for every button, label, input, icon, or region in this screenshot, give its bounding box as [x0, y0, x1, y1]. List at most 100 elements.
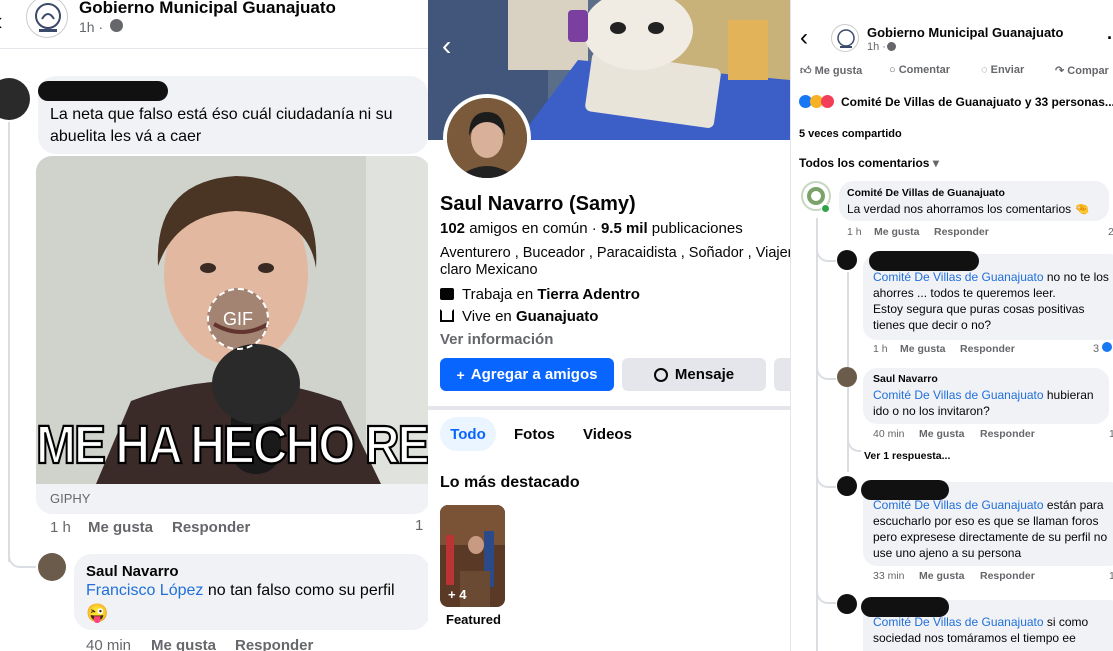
- reply-reply-button[interactable]: Responder: [960, 343, 1015, 355]
- comment-author[interactable]: Comité De Villas de Guanajuato: [847, 187, 1005, 199]
- reply-text-line2: ahorres ... todos te queremos leer.: [873, 286, 1056, 300]
- saul-avatar[interactable]: [38, 553, 66, 581]
- like-button[interactable]: Me gusta: [874, 226, 920, 238]
- add-friend-button[interactable]: + Agregar a amigos: [440, 358, 614, 391]
- like-action-label: Me gusta: [814, 65, 863, 77]
- friends-count[interactable]: 102: [440, 220, 465, 237]
- saul-avatar[interactable]: [837, 367, 857, 387]
- thread-elbow: [816, 360, 836, 380]
- page-logo-avatar[interactable]: [831, 24, 859, 52]
- redacted-avatar[interactable]: [837, 594, 857, 614]
- reply-text-line4: use uno ajeno a su persona: [873, 546, 1022, 560]
- add-friend-label: Agregar a amigos: [470, 366, 598, 383]
- reaction-icons[interactable]: [799, 95, 834, 109]
- live-prefix: Vive en: [462, 308, 516, 325]
- more-options-button[interactable]: [774, 358, 790, 391]
- reply-time: 33 min: [873, 570, 905, 582]
- globe-icon: [887, 42, 896, 51]
- profile-panel: ‹ Saul Navarro (Samy) 102 amigos en comú…: [428, 0, 790, 651]
- reactions-summary[interactable]: Comité De Villas de Guanajuato y 33 pers…: [841, 95, 1113, 109]
- reply-like-button[interactable]: Me gusta: [151, 637, 216, 651]
- message-button[interactable]: Mensaje: [622, 358, 766, 391]
- send-action-label: Enviar: [990, 64, 1025, 76]
- comment-time: 1 h: [50, 519, 71, 536]
- thread-elbow: [816, 470, 836, 488]
- thread-elbow: [847, 440, 861, 452]
- work-place[interactable]: Tierra Adentro: [537, 286, 640, 303]
- reply-time: 40 min: [873, 428, 905, 440]
- profile-picture[interactable]: [443, 94, 531, 182]
- like-reaction-icon: [1102, 342, 1113, 352]
- online-status-dot: [821, 204, 830, 213]
- more-icon[interactable]: ·: [1107, 28, 1113, 49]
- like-action[interactable]: 👍︎ Me gusta: [800, 64, 862, 77]
- divider: [0, 48, 428, 49]
- featured-label: Featured: [446, 612, 501, 627]
- page-name[interactable]: Gobierno Municipal Guanajuato: [79, 0, 336, 18]
- send-action[interactable]: ◌ Enviar: [981, 64, 1024, 76]
- reaction-count: 1: [1109, 570, 1113, 582]
- briefcase-icon: [440, 288, 454, 300]
- live-place[interactable]: Guanajuato: [516, 308, 599, 325]
- comment-action-label: Comentar: [898, 64, 951, 76]
- thread-elbow: [8, 540, 36, 568]
- mention-link[interactable]: Francisco López: [86, 582, 203, 599]
- featured-count: + 4: [448, 587, 467, 602]
- reply-text: hubieran: [1043, 388, 1094, 402]
- commenter-avatar[interactable]: [0, 78, 30, 120]
- thread-line: [816, 218, 818, 651]
- redacted-avatar[interactable]: [837, 476, 857, 496]
- reply-button[interactable]: Responder: [172, 519, 250, 536]
- redacted-name: [861, 597, 949, 617]
- shares-count[interactable]: 5 veces compartido: [799, 128, 902, 140]
- mention-link[interactable]: Comité De Villas de Guanajuato: [873, 388, 1044, 402]
- like-button[interactable]: Me gusta: [88, 519, 153, 536]
- tab-videos[interactable]: Videos: [583, 426, 632, 443]
- reply-text-line3: pero expresese directamente de su perfil…: [873, 530, 1108, 544]
- tab-all[interactable]: Todo: [440, 417, 496, 451]
- page-name[interactable]: Gobierno Municipal Guanajuato: [867, 25, 1063, 40]
- page-logo-avatar[interactable]: [26, 0, 68, 38]
- comment-sort-selector[interactable]: Todos los comentarios ▾: [799, 156, 939, 170]
- redacted-name: [861, 480, 949, 500]
- back-arrow-icon[interactable]: ‹: [442, 30, 451, 62]
- comments-panel: ‹ Gobierno Municipal Guanajuato 1h · · 👍…: [790, 0, 1113, 651]
- reply-reply-button[interactable]: Responder: [980, 428, 1035, 440]
- reply-text-line4: tienes que decir o no?: [873, 318, 992, 332]
- share-icon: ↷: [1055, 65, 1065, 77]
- reply-like-button[interactable]: Me gusta: [919, 428, 965, 440]
- reply-reply-button[interactable]: Responder: [980, 570, 1035, 582]
- reply-author[interactable]: Saul Navarro: [873, 373, 938, 385]
- gif-play-badge[interactable]: GIF: [207, 288, 269, 350]
- share-action[interactable]: ↷ Compar: [1055, 64, 1109, 77]
- mention-link[interactable]: Comité De Villas de Guanajuato: [873, 498, 1044, 512]
- reply-button[interactable]: Responder: [934, 226, 989, 238]
- sort-label: Todos los comentarios: [799, 156, 930, 170]
- comment-text-line2: abuelita les vá a caer: [50, 128, 202, 145]
- featured-card[interactable]: + 4: [440, 505, 505, 607]
- mention-link[interactable]: Comité De Villas de Guanajuato: [873, 270, 1044, 284]
- reply-author[interactable]: Saul Navarro: [86, 563, 179, 580]
- comment-action[interactable]: ○ Comentar: [889, 64, 950, 76]
- back-arrow-icon[interactable]: ‹: [800, 24, 808, 52]
- messenger-icon: ◌: [981, 64, 988, 76]
- view-replies-link[interactable]: Ver 1 respuesta...: [864, 450, 950, 462]
- see-info-link[interactable]: Ver información: [440, 331, 553, 348]
- back-arrow-icon[interactable]: ‹: [0, 6, 3, 37]
- work-prefix: Trabaja en: [462, 286, 538, 303]
- reaction-count: 1: [1109, 428, 1113, 440]
- reply-like-button[interactable]: Me gusta: [900, 343, 946, 355]
- profile-name: Saul Navarro (Samy): [440, 193, 636, 215]
- tab-photos[interactable]: Fotos: [514, 426, 555, 443]
- redacted-name: [38, 81, 168, 101]
- gif-attachment[interactable]: ME HA HECHO REIR GIF GIPHY: [36, 156, 428, 514]
- comment-time: 1 h: [847, 226, 862, 238]
- reply-reply-button[interactable]: Responder: [235, 637, 313, 651]
- bio-line1: Aventurero , Buceador , Paracaidista , S…: [440, 245, 790, 261]
- reply-like-button[interactable]: Me gusta: [919, 570, 965, 582]
- mention-link[interactable]: Comité De Villas de Guanajuato: [873, 615, 1044, 629]
- post-time: 1h ·: [79, 19, 104, 35]
- redacted-avatar[interactable]: [837, 250, 857, 270]
- bio-line2: claro Mexicano: [440, 262, 538, 278]
- reply-text-line3: Estoy segura que puras cosas positivas: [873, 302, 1085, 316]
